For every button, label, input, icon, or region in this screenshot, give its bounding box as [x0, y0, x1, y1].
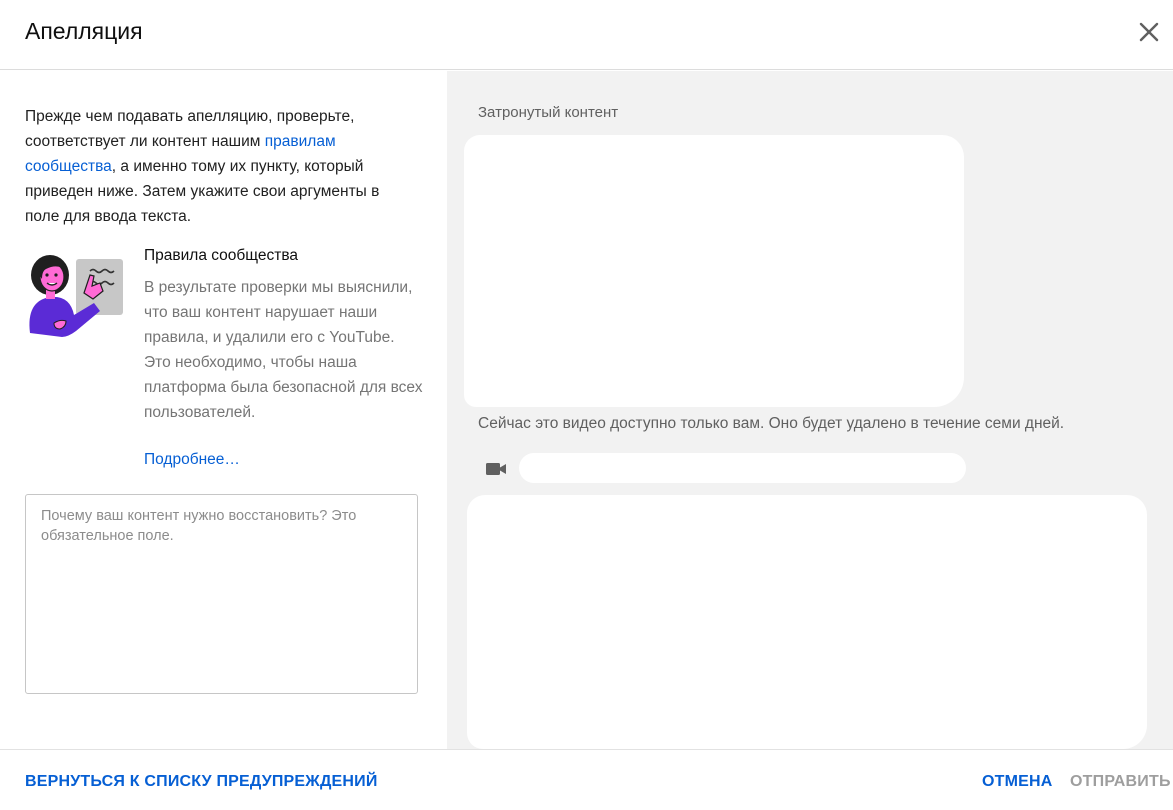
dialog-header: Апелляция — [0, 0, 1173, 70]
cancel-button[interactable]: ОТМЕНА — [982, 773, 1053, 791]
affected-content-panel: Затронутый контент Сейчас это видео дост… — [447, 71, 1173, 749]
dialog-footer: ВЕРНУТЬСЯ К СПИСКУ ПРЕДУПРЕЖДЕНИЙ ОТМЕНА… — [0, 749, 1173, 810]
learn-more-link[interactable]: Подробнее… — [144, 451, 240, 469]
rules-title: Правила сообщества — [144, 247, 299, 264]
appeal-form-panel: Прежде чем подавать апелляцию, проверьте… — [0, 71, 447, 749]
intro-text: Прежде чем подавать апелляцию, проверьте… — [25, 104, 415, 229]
video-status-text: Сейчас это видео доступно только вам. Он… — [478, 415, 1065, 432]
affected-content-label: Затронутый контент — [478, 104, 619, 121]
video-camera-icon — [486, 463, 506, 475]
submit-button[interactable]: ОТПРАВИТЬ — [1070, 773, 1171, 791]
close-button[interactable] — [1136, 19, 1162, 45]
back-to-warnings-button[interactable]: ВЕРНУТЬСЯ К СПИСКУ ПРЕДУПРЕЖДЕНИЙ — [25, 773, 378, 791]
dialog-title: Апелляция — [25, 18, 143, 44]
appeal-reason-input[interactable] — [25, 494, 418, 694]
redacted-video-title — [519, 453, 966, 483]
redacted-video-details — [467, 495, 1147, 749]
appeal-dialog: Апелляция Прежде чем подавать апелляцию,… — [0, 0, 1173, 810]
close-icon — [1139, 22, 1159, 42]
guidelines-illustration-icon — [29, 255, 123, 337]
redacted-video-thumbnail — [464, 135, 964, 407]
rules-description: В результате проверки мы выяснили, что в… — [144, 279, 423, 421]
